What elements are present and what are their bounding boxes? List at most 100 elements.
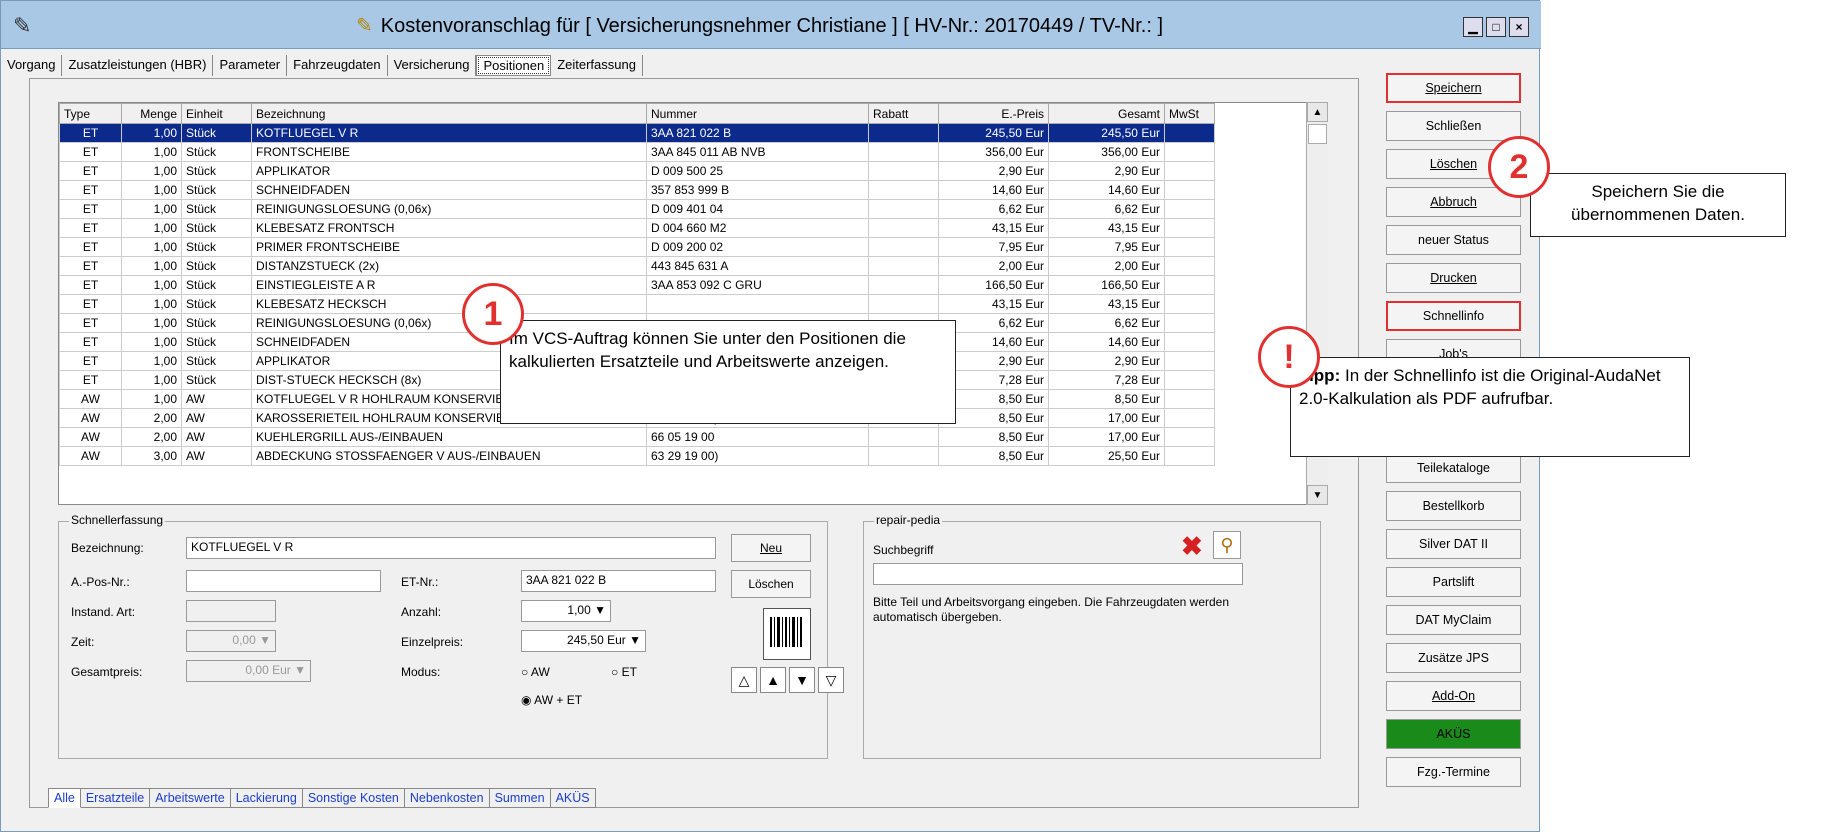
tab-versicherung[interactable]: Versicherung (388, 55, 477, 76)
tab-arbeitswerte[interactable]: Arbeitswerte (150, 788, 231, 808)
tab-sonstige-kosten[interactable]: Sonstige Kosten (302, 788, 405, 808)
tab-ersatzteile[interactable]: Ersatzteile (80, 788, 151, 808)
tab-positionen[interactable]: Positionen (476, 55, 552, 76)
table-row[interactable]: ET 1,00 Stück EINSTIEGLEISTE A R 3AA 853 092… (59, 275, 1215, 295)
tab-akues[interactable]: AKÜS (550, 788, 596, 808)
tab-nebenkosten[interactable]: Nebenkosten (404, 788, 490, 808)
column-header[interactable]: Einheit (181, 103, 252, 124)
suchbegriff-input[interactable] (873, 563, 1243, 585)
move-down-icon[interactable]: ▼ (789, 667, 815, 693)
radio-aw[interactable]: ○ AW (521, 665, 550, 679)
gesamtpreis-label: Gesamtpreis: (71, 665, 143, 679)
table-cell (868, 142, 939, 162)
column-header[interactable]: E.-Preis (938, 103, 1049, 124)
neu-label: Neu (759, 541, 782, 555)
speichern-button[interactable]: Speichern (1386, 73, 1521, 103)
table-cell (868, 161, 939, 181)
bestellkorb-button[interactable]: Bestellkorb (1386, 491, 1521, 521)
move-top-icon[interactable]: △ (731, 667, 757, 693)
table-cell: ET (59, 294, 122, 314)
teilekataloge-button[interactable]: Teilekataloge (1386, 453, 1521, 483)
loeschen-button[interactable]: Löschen (731, 570, 811, 598)
schliessen-button[interactable]: Schließen (1386, 111, 1521, 141)
table-row[interactable]: AW 3,00 AW ABDECKUNG STOSSFAENGER V AUS-/EI… (59, 446, 1215, 466)
table-row[interactable]: AW 2,00 AW KUEHLERGRILL AUS-/EINBAUEN 66 05 … (59, 427, 1215, 447)
chevron-down-icon: ▼ (629, 633, 641, 647)
add-on-button[interactable]: Add-On (1386, 681, 1521, 711)
clear-icon[interactable]: ✖ (1181, 531, 1203, 562)
radio-et-label: ET (621, 665, 637, 679)
table-row[interactable]: ET 1,00 Stück SCHNEIDFADEN 357 853 999 B 14,6… (59, 180, 1215, 200)
tab-zeiterfassung[interactable]: Zeiterfassung (551, 55, 643, 76)
instand-select[interactable] (186, 600, 276, 622)
table-cell: ET (59, 180, 122, 200)
column-header[interactable]: Nummer (646, 103, 869, 124)
table-row[interactable]: ET 1,00 Stück DISTANZSTUECK (2x) 443 845 631… (59, 256, 1215, 276)
table-row[interactable]: ET 1,00 Stück KLEBESATZ HECKSCH 43,15 Eur 43,… (59, 294, 1215, 314)
table-cell: 7,95 Eur (1048, 237, 1165, 257)
anzahl-select[interactable]: 1,00 ▼ (521, 600, 611, 622)
table-cell (868, 218, 939, 238)
move-up-icon[interactable]: ▲ (760, 667, 786, 693)
gesamtpreis-select[interactable]: 0,00 Eur ▼ (186, 660, 311, 682)
column-header[interactable]: Type (59, 103, 122, 124)
scroll-up-icon[interactable]: ▲ (1307, 102, 1328, 122)
bezeichnung-input[interactable]: KOTFLUEGEL V R (186, 537, 716, 559)
tab-summen[interactable]: Summen (489, 788, 551, 808)
table-cell (1164, 446, 1215, 466)
neu-button[interactable]: Neu (731, 534, 811, 562)
tab-lackierung[interactable]: Lackierung (230, 788, 303, 808)
table-cell: ET (59, 142, 122, 162)
badge-exclamation: ! (1258, 326, 1320, 388)
window-controls: ▁ □ × (1463, 17, 1529, 37)
akues-button[interactable]: AKÜS (1386, 719, 1521, 749)
tab-zusatzleistungen[interactable]: Zusatzleistungen (HBR) (62, 55, 214, 76)
zeit-select[interactable]: 0,00 ▼ (186, 630, 276, 652)
table-row[interactable]: ET 1,00 Stück KOTFLUEGEL V R 3AA 821 022 B 24… (59, 123, 1215, 143)
dat-myclaim-button[interactable]: DAT MyClaim (1386, 605, 1521, 635)
einzelpreis-select[interactable]: 245,50 Eur ▼ (521, 630, 646, 652)
move-bottom-icon[interactable]: ▽ (818, 667, 844, 693)
radio-aw-et[interactable]: ◉ AW + ET (521, 693, 582, 707)
table-cell: 1,00 (121, 237, 182, 257)
table-row[interactable]: ET 1,00 Stück APPLIKATOR D 009 500 25 2,90 Eu… (59, 161, 1215, 181)
repair-pedia-hint: Bitte Teil und Arbeitsvorgang eingeben. … (873, 595, 1230, 624)
maximize-button[interactable]: □ (1486, 17, 1506, 37)
search-icon[interactable]: ⚲ (1213, 531, 1241, 559)
radio-et[interactable]: ○ ET (611, 665, 637, 679)
neuer-status-button[interactable]: neuer Status (1386, 225, 1521, 255)
etnr-input[interactable]: 3AA 821 022 B (521, 570, 716, 592)
radio-aw-et-label: AW + ET (534, 693, 583, 707)
zusaetze-jps-button[interactable]: Zusätze JPS (1386, 643, 1521, 673)
minimize-button[interactable]: ▁ (1463, 17, 1483, 37)
table-row[interactable]: ET 1,00 Stück KLEBESATZ FRONTSCH D 004 660 M… (59, 218, 1215, 238)
column-header[interactable]: Rabatt (868, 103, 939, 124)
column-header[interactable]: Gesamt (1048, 103, 1165, 124)
scroll-down-icon[interactable]: ▼ (1307, 485, 1328, 505)
column-header[interactable]: Menge (121, 103, 182, 124)
table-row[interactable]: ET 1,00 Stück FRONTSCHEIBE 3AA 845 011 AB NV… (59, 142, 1215, 162)
partslift-button[interactable]: Partslift (1386, 567, 1521, 597)
close-button[interactable]: × (1509, 17, 1529, 37)
table-cell: 8,50 Eur (1048, 389, 1165, 409)
silver-dat-button[interactable]: Silver DAT II (1386, 529, 1521, 559)
column-header[interactable]: Bezeichnung (251, 103, 647, 124)
table-cell (1164, 123, 1215, 143)
table-cell: 6,62 Eur (938, 199, 1049, 219)
table-cell: Stück (181, 313, 252, 333)
tab-vorgang[interactable]: Vorgang (1, 55, 63, 76)
abbruch-label: Abbruch (1430, 195, 1477, 209)
barcode-icon[interactable] (763, 608, 811, 660)
tab-fahrzeugdaten[interactable]: Fahrzeugdaten (287, 55, 388, 76)
drucken-button[interactable]: Drucken (1386, 263, 1521, 293)
column-header[interactable]: MwSt (1164, 103, 1215, 124)
apos-input[interactable] (186, 570, 381, 592)
scroll-thumb[interactable] (1308, 124, 1327, 144)
fzg-termine-button[interactable]: Fzg.-Termine (1386, 757, 1521, 787)
schnellinfo-button[interactable]: Schnellinfo (1386, 301, 1521, 331)
positions-grid[interactable]: Type Menge Einheit Bezeichnung Nummer Rabatt E… (58, 102, 1328, 505)
table-row[interactable]: ET 1,00 Stück REINIGUNGSLOESUNG (0,06x) D 00… (59, 199, 1215, 219)
tab-parameter[interactable]: Parameter (213, 55, 288, 76)
tab-alle[interactable]: Alle (48, 788, 81, 808)
table-row[interactable]: ET 1,00 Stück PRIMER FRONTSCHEIBE D 009 200 … (59, 237, 1215, 257)
